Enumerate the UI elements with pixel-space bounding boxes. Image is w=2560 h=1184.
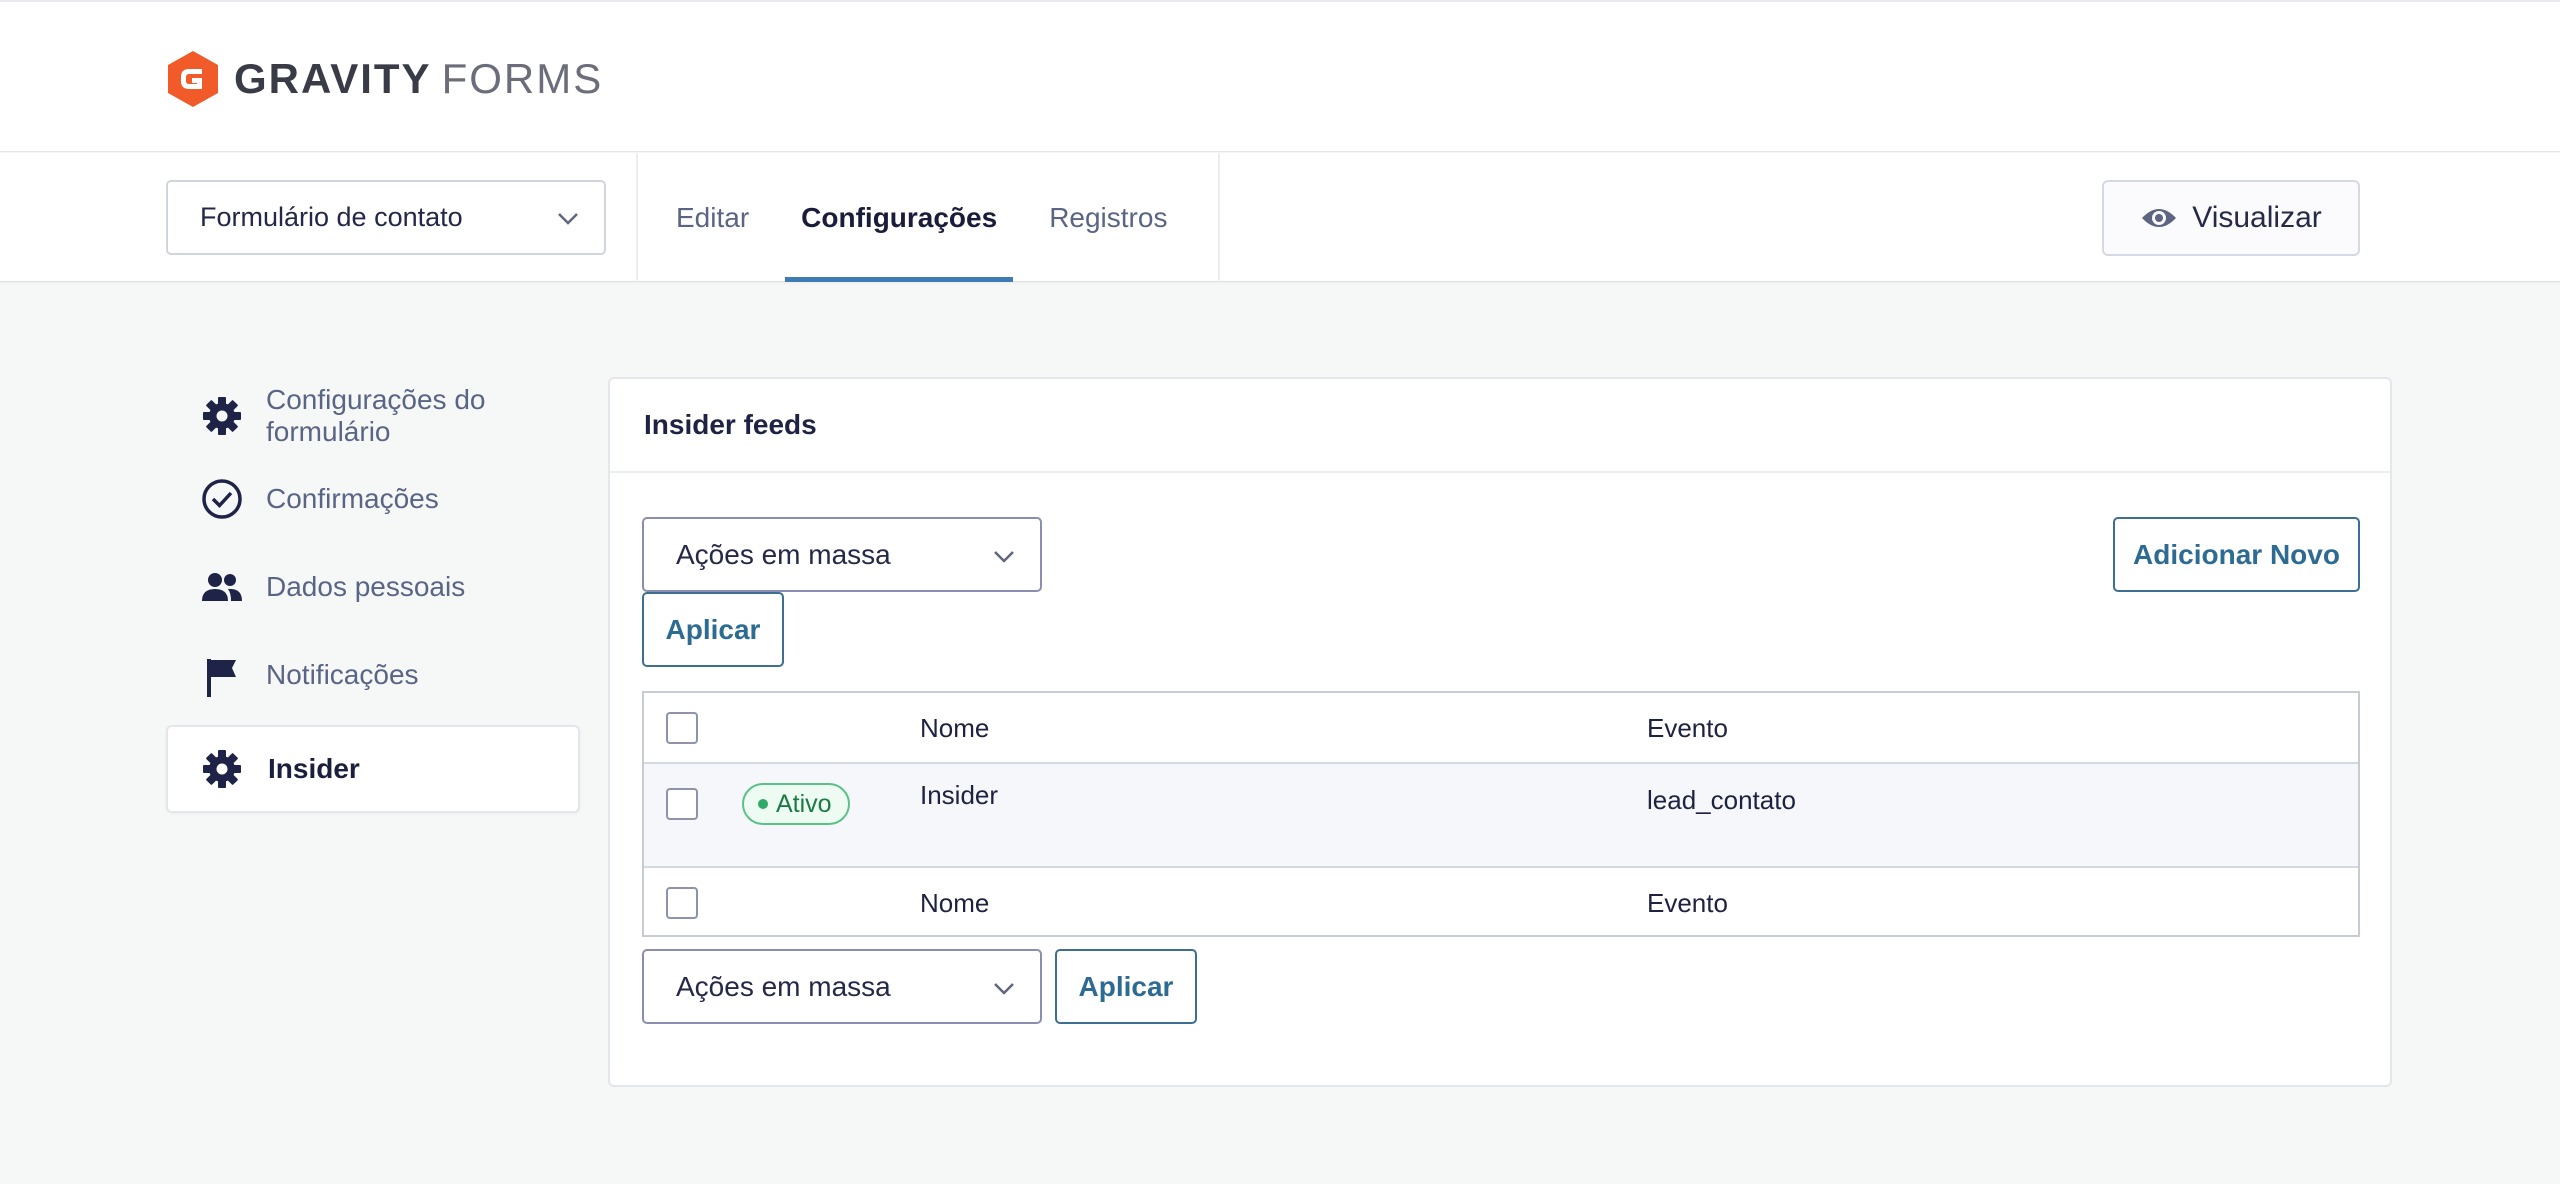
users-icon	[202, 573, 242, 601]
status-dot	[758, 799, 768, 809]
bulk-actions-value: Ações em massa	[676, 970, 891, 1002]
panel-title: Insider feeds	[610, 379, 2390, 473]
gravity-forms-logo-icon	[168, 51, 218, 107]
column-footer-evento[interactable]: Evento	[1647, 888, 1728, 919]
status-badge[interactable]: Ativo	[742, 783, 850, 825]
apply-label: Aplicar	[1078, 970, 1174, 1002]
table-row: Ativo Insider lead_contato	[644, 762, 2358, 868]
sidebar-item-label: Confirmações	[266, 483, 439, 514]
sidebar-item-label: Configurações do formulário	[266, 384, 486, 447]
bulk-actions-value: Ações em massa	[676, 538, 891, 570]
row-checkbox[interactable]	[666, 788, 698, 820]
logo-text-bold: GRAVITY	[234, 55, 432, 102]
tab-configuracoes[interactable]: Configurações	[785, 153, 1014, 282]
gravity-forms-logo[interactable]: GRAVITY FORMS	[166, 50, 603, 108]
preview-label: Visualizar	[2192, 201, 2322, 234]
sidebar-item-notifications[interactable]: Notificações	[166, 631, 580, 719]
sidebar-item-label: Notificações	[266, 659, 419, 690]
form-selector-value: Formulário de contato	[200, 202, 463, 232]
tab-registros[interactable]: Registros	[1033, 153, 1183, 282]
column-footer-nome[interactable]: Nome	[920, 888, 989, 919]
column-header-evento[interactable]: Evento	[1647, 713, 1728, 744]
toolbar-divider	[636, 153, 638, 282]
chevron-down-icon	[994, 551, 1014, 563]
bulk-actions-select-top[interactable]: Ações em massa	[642, 517, 1042, 592]
flag-icon	[207, 659, 236, 697]
insider-feeds-panel: Insider feeds Ações em massa Aplicar Adi…	[608, 377, 2392, 1087]
gear-icon	[203, 750, 241, 788]
preview-button[interactable]: Visualizar	[2102, 180, 2360, 256]
add-new-label: Adicionar Novo	[2133, 538, 2340, 570]
feed-name[interactable]: Insider	[920, 780, 998, 811]
select-all-checkbox-footer[interactable]	[666, 887, 698, 919]
top-header: GRAVITY FORMS	[0, 0, 2560, 152]
form-selector[interactable]: Formulário de contato	[166, 180, 606, 255]
apply-label: Aplicar	[665, 613, 761, 645]
apply-button-top[interactable]: Aplicar	[642, 592, 784, 667]
sidebar-item-label: Dados pessoais	[266, 571, 466, 602]
sidebar-item-confirmations[interactable]: Confirmações	[166, 455, 580, 543]
sidebar-item-insider[interactable]: Insider	[166, 725, 580, 813]
sidebar-item-personal-data[interactable]: Dados pessoais	[166, 543, 580, 631]
table-header-row: Nome Evento	[644, 693, 2358, 762]
tab-label: Configurações	[801, 201, 998, 233]
add-new-button[interactable]: Adicionar Novo	[2113, 517, 2360, 592]
logo-text-light: FORMS	[441, 55, 604, 102]
apply-button-bottom[interactable]: Aplicar	[1055, 949, 1197, 1024]
sidebar-item-label: Insider	[268, 753, 360, 784]
eye-icon	[2142, 209, 2177, 227]
settings-sidebar: Configurações do formulário Confirmações…	[166, 377, 580, 813]
chevron-down-icon	[558, 213, 578, 225]
tab-label: Editar	[676, 201, 750, 233]
select-all-checkbox[interactable]	[666, 712, 698, 744]
tab-editar[interactable]: Editar	[660, 153, 765, 282]
bulk-actions-select-bottom[interactable]: Ações em massa	[642, 949, 1042, 1024]
column-header-nome[interactable]: Nome	[920, 713, 989, 744]
sidebar-item-form-settings[interactable]: Configurações do formulário	[166, 377, 580, 455]
feed-event: lead_contato	[1647, 785, 1796, 815]
feeds-table: Nome Evento Ativo Insider lead_contato N…	[642, 691, 2360, 937]
status-label: Ativo	[776, 790, 832, 818]
table-footer-row: Nome Evento	[644, 868, 2358, 937]
check-circle-icon	[202, 479, 242, 519]
chevron-down-icon	[994, 983, 1014, 995]
form-toolbar: Formulário de contato Editar Configuraçõ…	[0, 153, 2560, 282]
gear-icon	[203, 397, 241, 435]
form-tabs: Editar Configurações Registros	[660, 153, 1203, 282]
tab-label: Registros	[1049, 201, 1168, 233]
toolbar-divider	[1218, 153, 1220, 282]
